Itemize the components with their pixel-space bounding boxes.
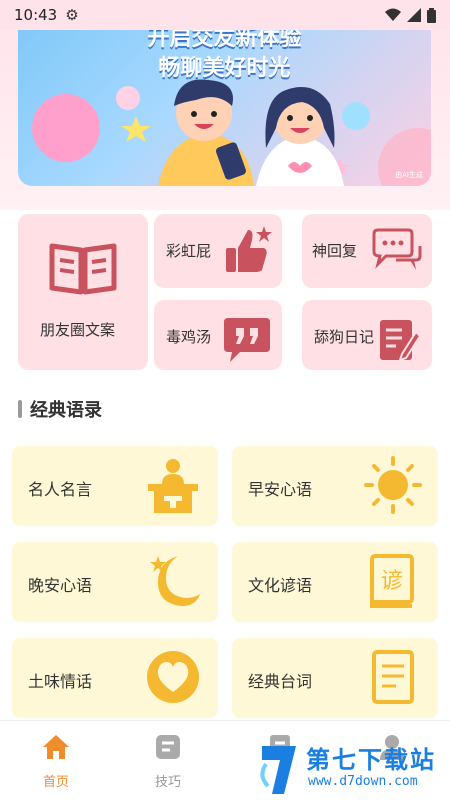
tab-tips[interactable]: 技巧 [138,733,198,790]
tile-poison-soup-label: 毒鸡汤 [166,328,212,346]
wifi-icon [385,8,401,21]
card-label: 名人名言 [28,480,93,499]
card-label: 经典台词 [248,672,313,691]
tips-icon [156,735,180,759]
banner-title-line2: 畅聊美好时光 [158,56,291,81]
status-indicators [385,7,436,23]
watermark-logo [260,746,296,794]
tab-home-label: 首页 [42,775,69,790]
svg-text:谚: 谚 [381,569,403,594]
card-love-words[interactable]: 土味情话 [12,638,218,718]
card-culture-proverbs[interactable]: 文化谚语 谚 [232,542,438,622]
tile-rainbow-fart[interactable]: 彩虹屁 [154,214,282,288]
card-morning-words[interactable]: 早安心语 [232,446,438,526]
quote-bubble-icon [224,318,270,362]
signal-icon [407,8,421,22]
card-classic-lines[interactable]: 经典台词 [232,638,438,718]
tile-rainbow-fart-label: 彩虹屁 [166,242,212,260]
tile-god-reply[interactable]: 神回复 [302,214,432,288]
card-famous-quotes[interactable]: 名人名言 [12,446,218,526]
promo-banner[interactable]: 开启交友新体验 畅聊美好时光 由AI生成 [18,18,431,186]
moon-icon [150,556,200,606]
watermark-url-text: www.d7down.com [308,774,418,789]
sun-icon [364,456,422,514]
chat-bubbles-icon [372,228,422,270]
settings-gear-icon: ⚙ [65,6,79,24]
podium-icon [148,459,198,513]
tile-dog-diary-label: 舔狗日记 [314,328,375,346]
section-header: 经典语录 [18,396,102,422]
ai-generated-mark: 由AI生成 [395,171,423,179]
tile-friends-circle[interactable]: 朋友圈文案 [18,214,148,370]
site-watermark: 第七下载站 www.d7down.com [256,740,450,800]
home-icon [43,735,69,759]
card-label: 文化谚语 [248,576,313,595]
section-accent-bar [18,400,22,418]
card-label: 早安心语 [248,480,313,499]
status-time: 10:43 [14,6,58,24]
tab-tips-label: 技巧 [154,775,181,790]
status-bar: 10:43 ⚙ [0,0,450,30]
card-night-words[interactable]: 晚安心语 [12,542,218,622]
section-title: 经典语录 [30,400,102,421]
open-book-icon [49,243,117,295]
tile-dog-diary[interactable]: 舔狗日记 [302,300,432,370]
notebook-pen-icon [380,320,422,362]
tile-god-reply-label: 神回复 [312,242,358,260]
heart-icon [147,651,199,703]
watermark-cn-text: 第七下载站 [306,746,436,774]
card-label: 晚安心语 [28,576,93,595]
book-icon: 谚 [370,554,414,608]
card-label: 土味情话 [28,672,93,691]
script-icon [372,650,414,704]
thumbs-up-icon [226,226,272,272]
tab-home[interactable]: 首页 [26,733,86,790]
tile-friends-circle-label: 朋友圈文案 [40,321,116,339]
tile-poison-soup[interactable]: 毒鸡汤 [154,300,282,370]
battery-icon [427,7,436,23]
